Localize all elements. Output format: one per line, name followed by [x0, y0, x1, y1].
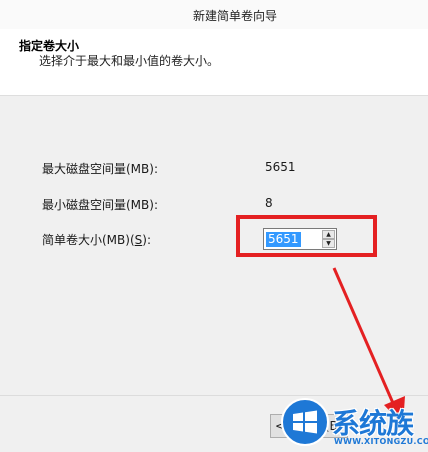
red-arrow-annotation — [332, 267, 405, 425]
watermark-text: 系统族 — [332, 407, 414, 440]
windows-logo-icon — [281, 398, 329, 446]
watermark: 系统族 WWW.XITONGZU.COM — [280, 397, 428, 451]
arrow-shaft — [332, 267, 398, 411]
watermark-url: WWW.XITONGZU.COM — [334, 437, 428, 446]
